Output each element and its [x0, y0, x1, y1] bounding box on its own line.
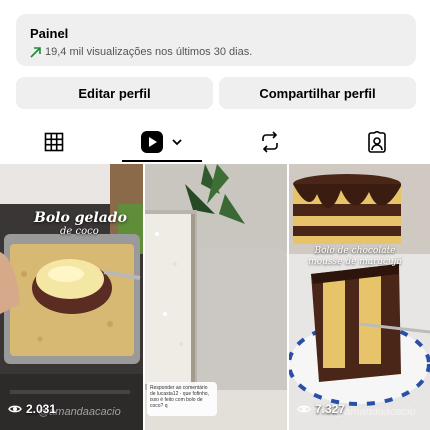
dashboard-title: Painel — [30, 26, 69, 41]
reel-watermark: @amandaacacio — [333, 406, 416, 418]
tab-posts-grid[interactable] — [0, 122, 107, 162]
reel-subtitle: de coco — [60, 226, 99, 237]
view-count-value: 7.327 — [315, 402, 346, 416]
active-tab-indicator — [122, 160, 202, 162]
reel-title: Bolo gelado — [34, 210, 127, 226]
views-eye-icon — [297, 405, 311, 413]
dashboard-stats-text: 19,4 mil visualizações nos últimos 30 di… — [45, 46, 253, 58]
view-count: 7.327 — [297, 402, 345, 416]
views-eye-icon — [8, 405, 22, 413]
tagged-icon — [367, 131, 386, 153]
chevron-down-icon — [171, 139, 182, 146]
view-count-value: 2.031 — [26, 402, 57, 416]
reels-icon — [140, 131, 163, 153]
reel-caption: Bolo de chocolate mousse de maracujá — [308, 246, 402, 267]
comment-reply-sticker: Responder ao comentário de lucasta12 · q… — [147, 382, 217, 416]
profile-screen: Painel 19,4 mil visualizações nos último… — [0, 0, 430, 430]
professional-dashboard[interactable]: Painel 19,4 mil visualizações nos último… — [16, 14, 416, 66]
tab-reels[interactable] — [108, 122, 215, 162]
trend-up-icon — [30, 46, 41, 58]
reel-thumbnail-chocolate-cake — [289, 164, 430, 430]
tab-tagged[interactable] — [323, 122, 430, 162]
share-profile-button[interactable]: Compartilhar perfil — [219, 77, 416, 109]
view-count: 2.031 — [8, 402, 56, 416]
reel-tile-3[interactable]: Bolo de chocolate mousse de maracujá @am… — [289, 164, 430, 430]
reel-thumbnail-cake-coconut — [0, 164, 143, 430]
reposts-icon — [261, 131, 278, 153]
reel-tile-1[interactable]: Bolo gelado de coco @amandaacacio 2.031 — [0, 164, 143, 430]
dashboard-stats: 19,4 mil visualizações nos últimos 30 di… — [30, 45, 402, 59]
edit-profile-button[interactable]: Editar perfil — [16, 77, 213, 109]
tab-reposts[interactable] — [216, 122, 323, 162]
reels-grid: Bolo gelado de coco @amandaacacio 2.031 — [0, 164, 430, 430]
profile-tabs — [0, 122, 430, 162]
grid-icon — [44, 132, 63, 152]
reel-tile-2[interactable]: Responder ao comentário de lucasta12 · q… — [145, 164, 287, 430]
